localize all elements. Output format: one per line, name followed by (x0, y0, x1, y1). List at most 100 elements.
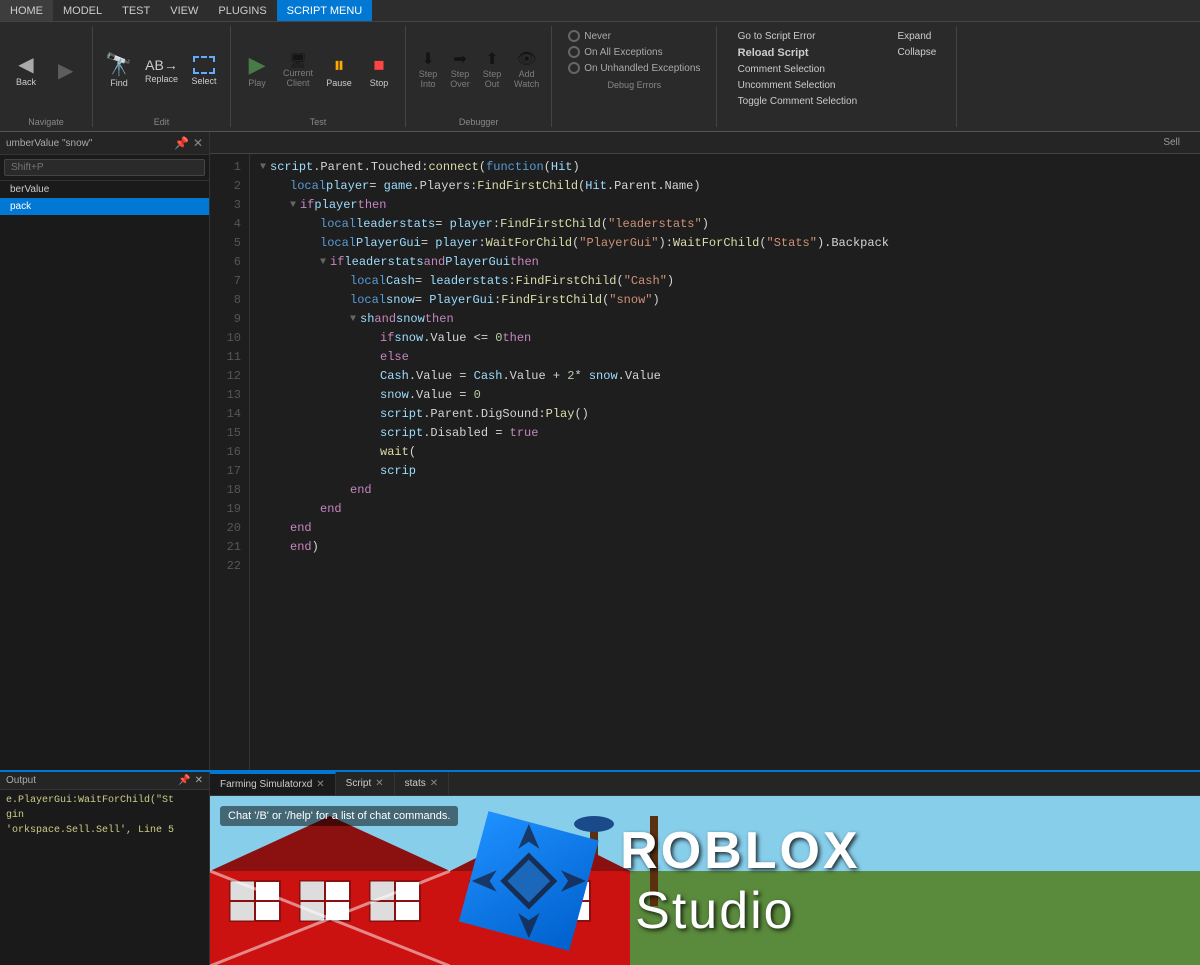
left-item-pack[interactable]: pack (0, 198, 209, 215)
add-watch-button[interactable]: 👁 AddWatch (510, 50, 543, 92)
output-pin-icon[interactable]: 📌 (178, 775, 190, 786)
tab-script[interactable]: Script ✕ (336, 772, 395, 795)
collapse-button[interactable]: Collapse (893, 46, 940, 59)
tab-script-label: Script (346, 778, 372, 789)
line-num-6: 6 (210, 253, 241, 272)
reload-script-button[interactable]: Reload Script (734, 46, 862, 60)
sell-bar: Sell (210, 132, 1200, 154)
add-watch-icon: 👁 (516, 52, 536, 68)
menu-home[interactable]: HOME (0, 0, 53, 21)
line-num-2: 2 (210, 177, 241, 196)
goto-script-error-button[interactable]: Go to Script Error (734, 30, 862, 43)
unhandled-label: On Unhandled Exceptions (584, 63, 700, 74)
pin-icon[interactable]: 📌 (174, 136, 189, 150)
code-line-9: ▼sh and snow then (260, 310, 1190, 329)
replace-label: Replace (145, 74, 178, 84)
replace-button[interactable]: AB→ Replace (141, 56, 182, 86)
debug-errors-label: Debug Errors (608, 80, 662, 90)
stop-button[interactable]: ⏹ Stop (361, 52, 397, 90)
chat-overlay: Chat '/B' or '/help' for a list of chat … (220, 806, 458, 826)
output-panel-header: Output 📌 ✕ (0, 772, 209, 790)
menu-test[interactable]: TEST (112, 0, 160, 21)
code-line-5: local PlayerGui = player:WaitForChild("P… (260, 234, 1190, 253)
code-line-8: local snow = PlayerGui:FindFirstChild("s… (260, 291, 1190, 310)
play-label: Play (248, 78, 266, 88)
line-num-9: 9 (210, 310, 241, 329)
line-num-16: 16 (210, 443, 241, 462)
menu-model[interactable]: MODEL (53, 0, 112, 21)
line-num-21: 21 (210, 538, 241, 557)
comment-selection-button[interactable]: Comment Selection (734, 63, 862, 76)
binoculars-icon: 🔭 (105, 54, 132, 76)
left-panel-search (0, 155, 209, 181)
output-content: e.PlayerGui:WaitForChild("St gin 'orkspa… (0, 790, 209, 965)
line-num-12: 12 (210, 367, 241, 386)
current-client-button[interactable]: 🖥 CurrentClient (279, 51, 317, 91)
tab-stats[interactable]: stats ✕ (395, 772, 450, 795)
line-num-18: 18 (210, 481, 241, 500)
pause-button[interactable]: ⏸ Pause (321, 52, 357, 90)
main-area: umberValue "snow" 📌 ✕ berValue pack Sell… (0, 132, 1200, 770)
output-panel: Output 📌 ✕ e.PlayerGui:WaitForChild("St … (0, 772, 210, 965)
code-line-19: end (260, 500, 1190, 519)
code-content[interactable]: ▼script.Parent.Touched:connect(function(… (250, 154, 1200, 770)
fwd-button[interactable]: ◀ (48, 59, 84, 83)
step-out-button[interactable]: ⬆ StepOut (478, 50, 506, 92)
line-num-5: 5 (210, 234, 241, 253)
step-into-button[interactable]: ⬇ StepInto (414, 50, 442, 92)
output-close-icon[interactable]: ✕ (195, 775, 203, 786)
back-button[interactable]: ◀ Back (8, 53, 44, 89)
play-button[interactable]: ▶ Play (239, 52, 275, 90)
tab-farming-simulator[interactable]: Farming Simulatorxd ✕ (210, 772, 336, 795)
navigate-buttons: ◀ Back ◀ (8, 26, 84, 115)
unhandled-option[interactable]: On Unhandled Exceptions (568, 62, 700, 74)
step-over-button[interactable]: ➡ StepOver (446, 50, 474, 92)
tab-script-close[interactable]: ✕ (375, 778, 383, 789)
fwd-icon: ◀ (58, 61, 73, 81)
line-num-17: 17 (210, 462, 241, 481)
navigate-label: Navigate (28, 117, 64, 127)
tab-farming-close[interactable]: ✕ (316, 779, 324, 790)
unhandled-radio[interactable] (568, 62, 580, 74)
test-buttons: ▶ Play 🖥 CurrentClient ⏸ Pause ⏹ Stop (239, 26, 397, 115)
close-left-panel-icon[interactable]: ✕ (193, 136, 203, 150)
editor-area: Sell 1 2 3 4 5 6 7 8 9 10 11 12 13 14 15… (210, 132, 1200, 770)
search-input[interactable] (4, 159, 205, 176)
menu-script-menu[interactable]: SCRIPT MENU (277, 0, 373, 21)
menu-view[interactable]: VIEW (160, 0, 208, 21)
select-button[interactable]: Select (186, 54, 222, 88)
tab-stats-close[interactable]: ✕ (430, 778, 438, 789)
step-out-icon: ⬆ (485, 52, 498, 68)
pause-label: Pause (326, 78, 352, 88)
ribbon-group-test: ▶ Play 🖥 CurrentClient ⏸ Pause ⏹ Stop Te… (231, 26, 406, 127)
expand-button[interactable]: Expand (893, 30, 940, 43)
uncomment-selection-button[interactable]: Uncomment Selection (734, 79, 862, 92)
toggle-comment-button[interactable]: Toggle Comment Selection (734, 95, 862, 108)
never-option[interactable]: Never (568, 30, 700, 42)
all-exceptions-option[interactable]: On All Exceptions (568, 46, 700, 58)
code-line-22: end) (260, 538, 1190, 557)
code-line-13: snow.Value = 0 (260, 386, 1190, 405)
menu-plugins[interactable]: PLUGINS (208, 0, 276, 21)
code-line-4: local leaderstats = player:FindFirstChil… (260, 215, 1190, 234)
left-item-bervalue[interactable]: berValue (0, 181, 209, 198)
edit-label: Edit (154, 117, 170, 127)
all-exceptions-label: On All Exceptions (584, 47, 662, 58)
code-line-12: Cash.Value = Cash.Value + 2 * snow.Value (260, 367, 1190, 386)
left-panel-header: umberValue "snow" 📌 ✕ (0, 132, 209, 155)
line-num-14: 14 (210, 405, 241, 424)
all-exceptions-radio[interactable] (568, 46, 580, 58)
select-label: Select (192, 76, 217, 86)
game-view-panel: Farming Simulatorxd ✕ Script ✕ stats ✕ (210, 772, 1200, 965)
test-label: Test (310, 117, 327, 127)
game-viewport: Chat '/B' or '/help' for a list of chat … (210, 796, 1200, 965)
ribbon-group-debugger: ⬇ StepInto ➡ StepOver ⬆ StepOut 👁 AddWat… (406, 26, 552, 127)
current-client-label: CurrentClient (283, 69, 313, 89)
code-line-1: ▼script.Parent.Touched:connect(function(… (260, 158, 1190, 177)
find-button[interactable]: 🔭 Find (101, 52, 137, 90)
debugger-label: Debugger (459, 117, 499, 127)
never-radio[interactable] (568, 30, 580, 42)
code-editor[interactable]: 1 2 3 4 5 6 7 8 9 10 11 12 13 14 15 16 1… (210, 154, 1200, 770)
stop-icon: ⏹ (374, 54, 385, 76)
code-line-17: scrip (260, 462, 1190, 481)
